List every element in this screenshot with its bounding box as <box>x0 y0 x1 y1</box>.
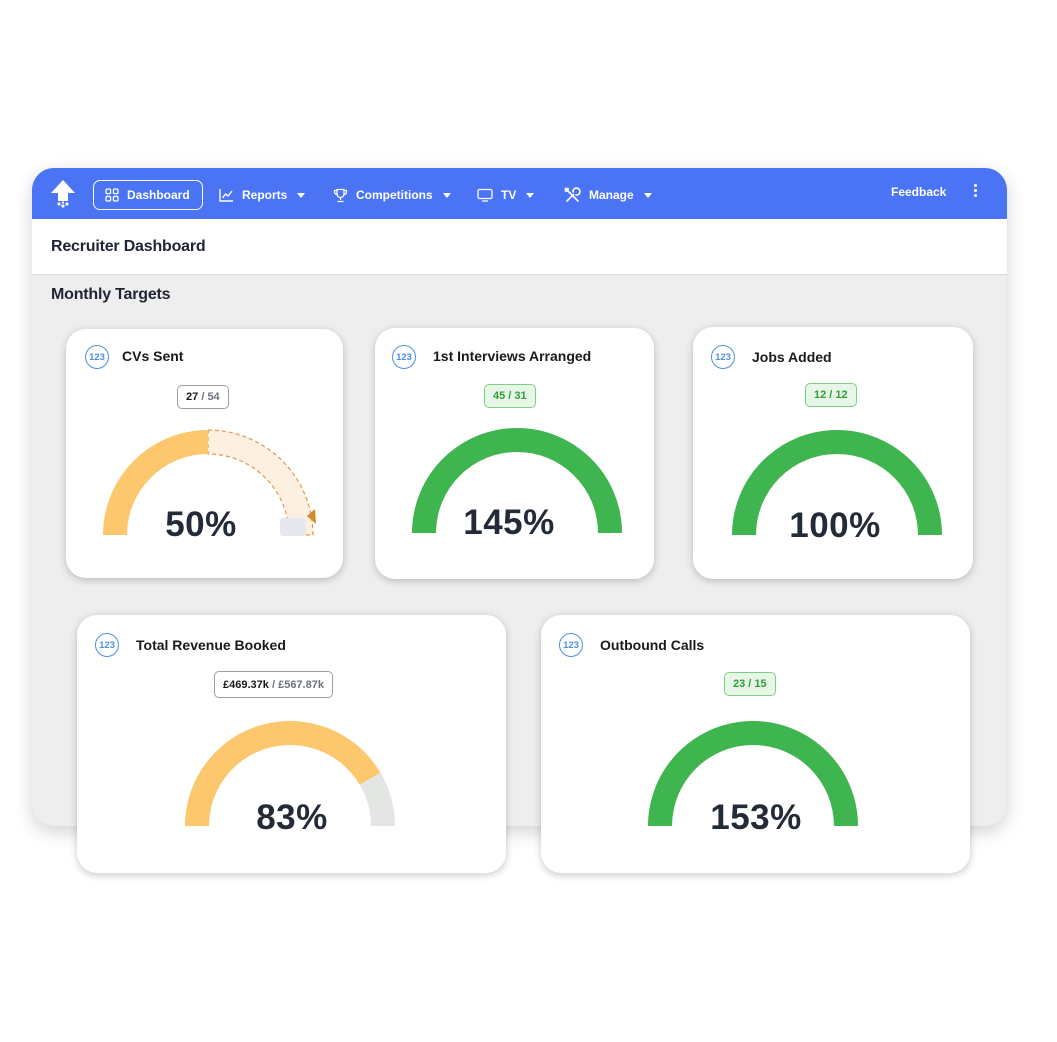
feedback-link[interactable]: Feedback <box>891 185 946 199</box>
number-metric-icon: 123 <box>95 633 119 657</box>
card-title: Outbound Calls <box>600 637 705 653</box>
nav-tv[interactable]: TV <box>477 180 535 210</box>
nav-competitions[interactable]: Competitions <box>333 180 451 210</box>
target-value: £567.87k <box>278 678 324 691</box>
target-card[interactable]: 123 Total Revenue Booked £469.37k / £567… <box>77 615 506 873</box>
target-value: 31 <box>514 390 527 402</box>
target-value: 54 <box>207 391 220 403</box>
progress-pill: 12 / 12 <box>805 383 857 407</box>
nav-manage[interactable]: Manage <box>564 180 652 210</box>
page-header: Recruiter Dashboard <box>32 219 1007 275</box>
chevron-down-icon <box>297 192 306 198</box>
target-value: 12 <box>835 389 848 401</box>
actual-value: 23 <box>733 678 746 690</box>
percent-value: 83% <box>256 798 328 837</box>
nav-competitions-label: Competitions <box>356 188 433 202</box>
progress-pill: 27 / 54 <box>177 385 229 409</box>
chevron-down-icon <box>643 192 652 198</box>
percent-value: 50% <box>165 505 237 544</box>
percent-value: 153% <box>710 798 802 837</box>
number-metric-icon: 123 <box>85 345 109 369</box>
target-card[interactable]: 123 CVs Sent 27 / 54 50% <box>66 329 343 578</box>
actual-value: 12 <box>814 389 827 401</box>
chevron-down-icon <box>526 192 535 198</box>
percent-value: 145% <box>463 503 555 542</box>
actual-value: 27 <box>186 391 199 403</box>
number-metric-icon: 123 <box>711 345 735 369</box>
more-options-icon[interactable] <box>971 184 979 200</box>
logo-icon[interactable] <box>49 179 77 209</box>
card-title: Jobs Added <box>752 349 832 365</box>
nav-reports[interactable]: Reports <box>219 180 306 210</box>
trophy-icon <box>333 188 348 202</box>
actual-value: 45 <box>493 390 506 402</box>
nav-dashboard[interactable]: Dashboard <box>93 180 203 210</box>
section-title: Monthly Targets <box>51 286 171 303</box>
card-title: CVs Sent <box>122 348 184 364</box>
target-card[interactable]: 123 1st Interviews Arranged 45 / 31 145% <box>375 328 654 579</box>
line-chart-icon <box>219 189 233 202</box>
number-metric-icon: 123 <box>559 633 583 657</box>
progress-pill: £469.37k / £567.87k <box>214 671 333 698</box>
monitor-icon <box>477 188 493 202</box>
target-card[interactable]: 123 Jobs Added 12 / 12 100% <box>693 327 973 579</box>
card-title: Total Revenue Booked <box>136 637 286 653</box>
progress-pill: 45 / 31 <box>484 384 536 408</box>
actual-value: £469.37k <box>223 678 269 691</box>
nav-reports-label: Reports <box>242 188 288 202</box>
nav-manage-label: Manage <box>589 188 634 202</box>
card-title: 1st Interviews Arranged <box>433 348 592 364</box>
tools-icon <box>564 186 581 202</box>
number-metric-icon: 123 <box>392 345 416 369</box>
progress-pill: 23 / 15 <box>724 672 776 696</box>
nav-dashboard-label: Dashboard <box>127 188 190 202</box>
target-value: 15 <box>754 678 767 690</box>
top-navbar: Dashboard Reports Competitions TV Manage… <box>32 168 1007 219</box>
nav-tv-label: TV <box>501 188 517 202</box>
page-title: Recruiter Dashboard <box>51 238 206 255</box>
target-card[interactable]: 123 Outbound Calls 23 / 15 153% <box>541 615 970 873</box>
chevron-down-icon <box>442 192 451 198</box>
dashboard-grid-icon <box>105 188 119 202</box>
percent-value: 100% <box>789 506 881 545</box>
